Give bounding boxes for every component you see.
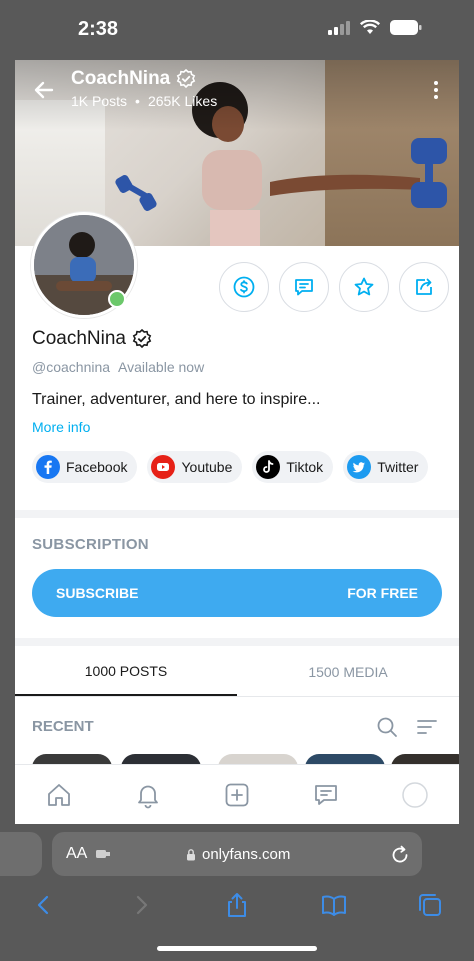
availability-status: Available now (118, 359, 205, 375)
verified-badge-icon (177, 69, 196, 89)
social-label: Youtube (181, 459, 233, 475)
stats-separator: • (135, 93, 140, 109)
recent-tools (376, 716, 438, 738)
profile-actions (219, 262, 449, 312)
cellular-signal-icon (328, 20, 350, 35)
share-sheet-icon[interactable] (223, 891, 251, 919)
likes-count: 265K Likes (147, 93, 218, 109)
dollar-icon (233, 276, 255, 298)
recent-label: RECENT (32, 718, 94, 735)
cover-stats: 1K Posts • 265K Likes (71, 93, 217, 109)
social-label: Twitter (377, 459, 419, 475)
posts-count: 1K Posts (71, 93, 128, 109)
section-divider (15, 510, 459, 518)
verified-badge-icon (132, 329, 152, 349)
url-text: onlyfans.com (202, 846, 291, 863)
reload-icon[interactable] (389, 844, 411, 866)
star-icon (354, 277, 374, 296)
online-status-dot (108, 290, 126, 308)
url-display: onlyfans.com (186, 846, 290, 863)
add-post-icon[interactable] (223, 781, 251, 809)
cover-name-text: CoachNina (71, 68, 171, 89)
profile-avatar-icon[interactable] (401, 781, 429, 809)
battery-icon (390, 20, 422, 35)
dumbbell-left (115, 175, 157, 211)
subscribe-label: SUBSCRIBE (56, 585, 139, 601)
subscribe-price: FOR FREE (347, 585, 418, 601)
status-bar: 2:38 (0, 0, 474, 60)
home-icon[interactable] (45, 781, 73, 809)
social-facebook[interactable]: Facebook (32, 451, 138, 483)
subscription-title: SUBSCRIPTION (32, 536, 149, 553)
share-button[interactable] (399, 262, 449, 312)
previous-tab-card[interactable] (0, 832, 42, 876)
tab-posts[interactable]: 1000 POSTS (15, 648, 237, 696)
tab-media[interactable]: 1500 MEDIA (237, 648, 459, 696)
social-links: Facebook Youtube Tiktok Twitter (32, 451, 429, 483)
more-info-link[interactable]: More info (32, 419, 90, 435)
tiktok-icon (256, 455, 281, 479)
social-label: Tiktok (286, 459, 324, 475)
back-arrow-icon[interactable] (32, 78, 56, 102)
cover-profile-name: CoachNina (71, 68, 196, 90)
tip-button[interactable] (219, 262, 269, 312)
social-tiktok[interactable]: Tiktok (252, 451, 334, 483)
section-divider (15, 638, 459, 646)
dumbbell-right (411, 138, 447, 208)
message-button[interactable] (279, 262, 329, 312)
share-icon (416, 278, 432, 295)
wifi-icon (360, 20, 380, 34)
sort-icon[interactable] (416, 716, 438, 738)
profile-name: CoachNina (32, 328, 152, 350)
more-options-icon[interactable] (432, 80, 440, 100)
profile-handle: @coachnina (32, 359, 111, 375)
youtube-icon (151, 455, 176, 479)
subscribe-button[interactable]: SUBSCRIBE FOR FREE (32, 569, 442, 617)
status-icons (328, 20, 422, 35)
tabs-underline (15, 696, 459, 697)
facebook-icon (36, 455, 60, 479)
text-size-button[interactable]: AA (66, 845, 111, 863)
social-twitter[interactable]: Twitter (343, 451, 429, 483)
text-size-label: AA (66, 845, 87, 862)
profile-name-text: CoachNina (32, 328, 126, 349)
browser-toolbar (30, 890, 444, 920)
social-youtube[interactable]: Youtube (147, 451, 243, 483)
tabs-icon[interactable] (416, 891, 444, 919)
messages-icon[interactable] (312, 781, 340, 809)
profile-handle-row: @coachnina Available now (32, 359, 204, 375)
status-time: 2:38 (78, 18, 119, 40)
bookmarks-icon[interactable] (320, 891, 348, 919)
lock-icon (187, 849, 195, 861)
social-label: Facebook (66, 459, 128, 475)
reader-extension-icon (95, 849, 110, 858)
bottom-navigation (15, 764, 459, 825)
bell-icon[interactable] (134, 781, 162, 809)
content-tabs: 1000 POSTS 1500 MEDIA (15, 648, 459, 696)
back-icon[interactable] (30, 891, 58, 919)
favorite-button[interactable] (339, 262, 389, 312)
message-icon (295, 279, 313, 296)
search-icon[interactable] (376, 716, 398, 738)
twitter-icon (347, 455, 372, 479)
profile-bio: Trainer, adventurer, and here to inspire… (32, 391, 321, 408)
home-indicator[interactable] (157, 946, 317, 951)
forward-icon[interactable] (127, 891, 155, 919)
